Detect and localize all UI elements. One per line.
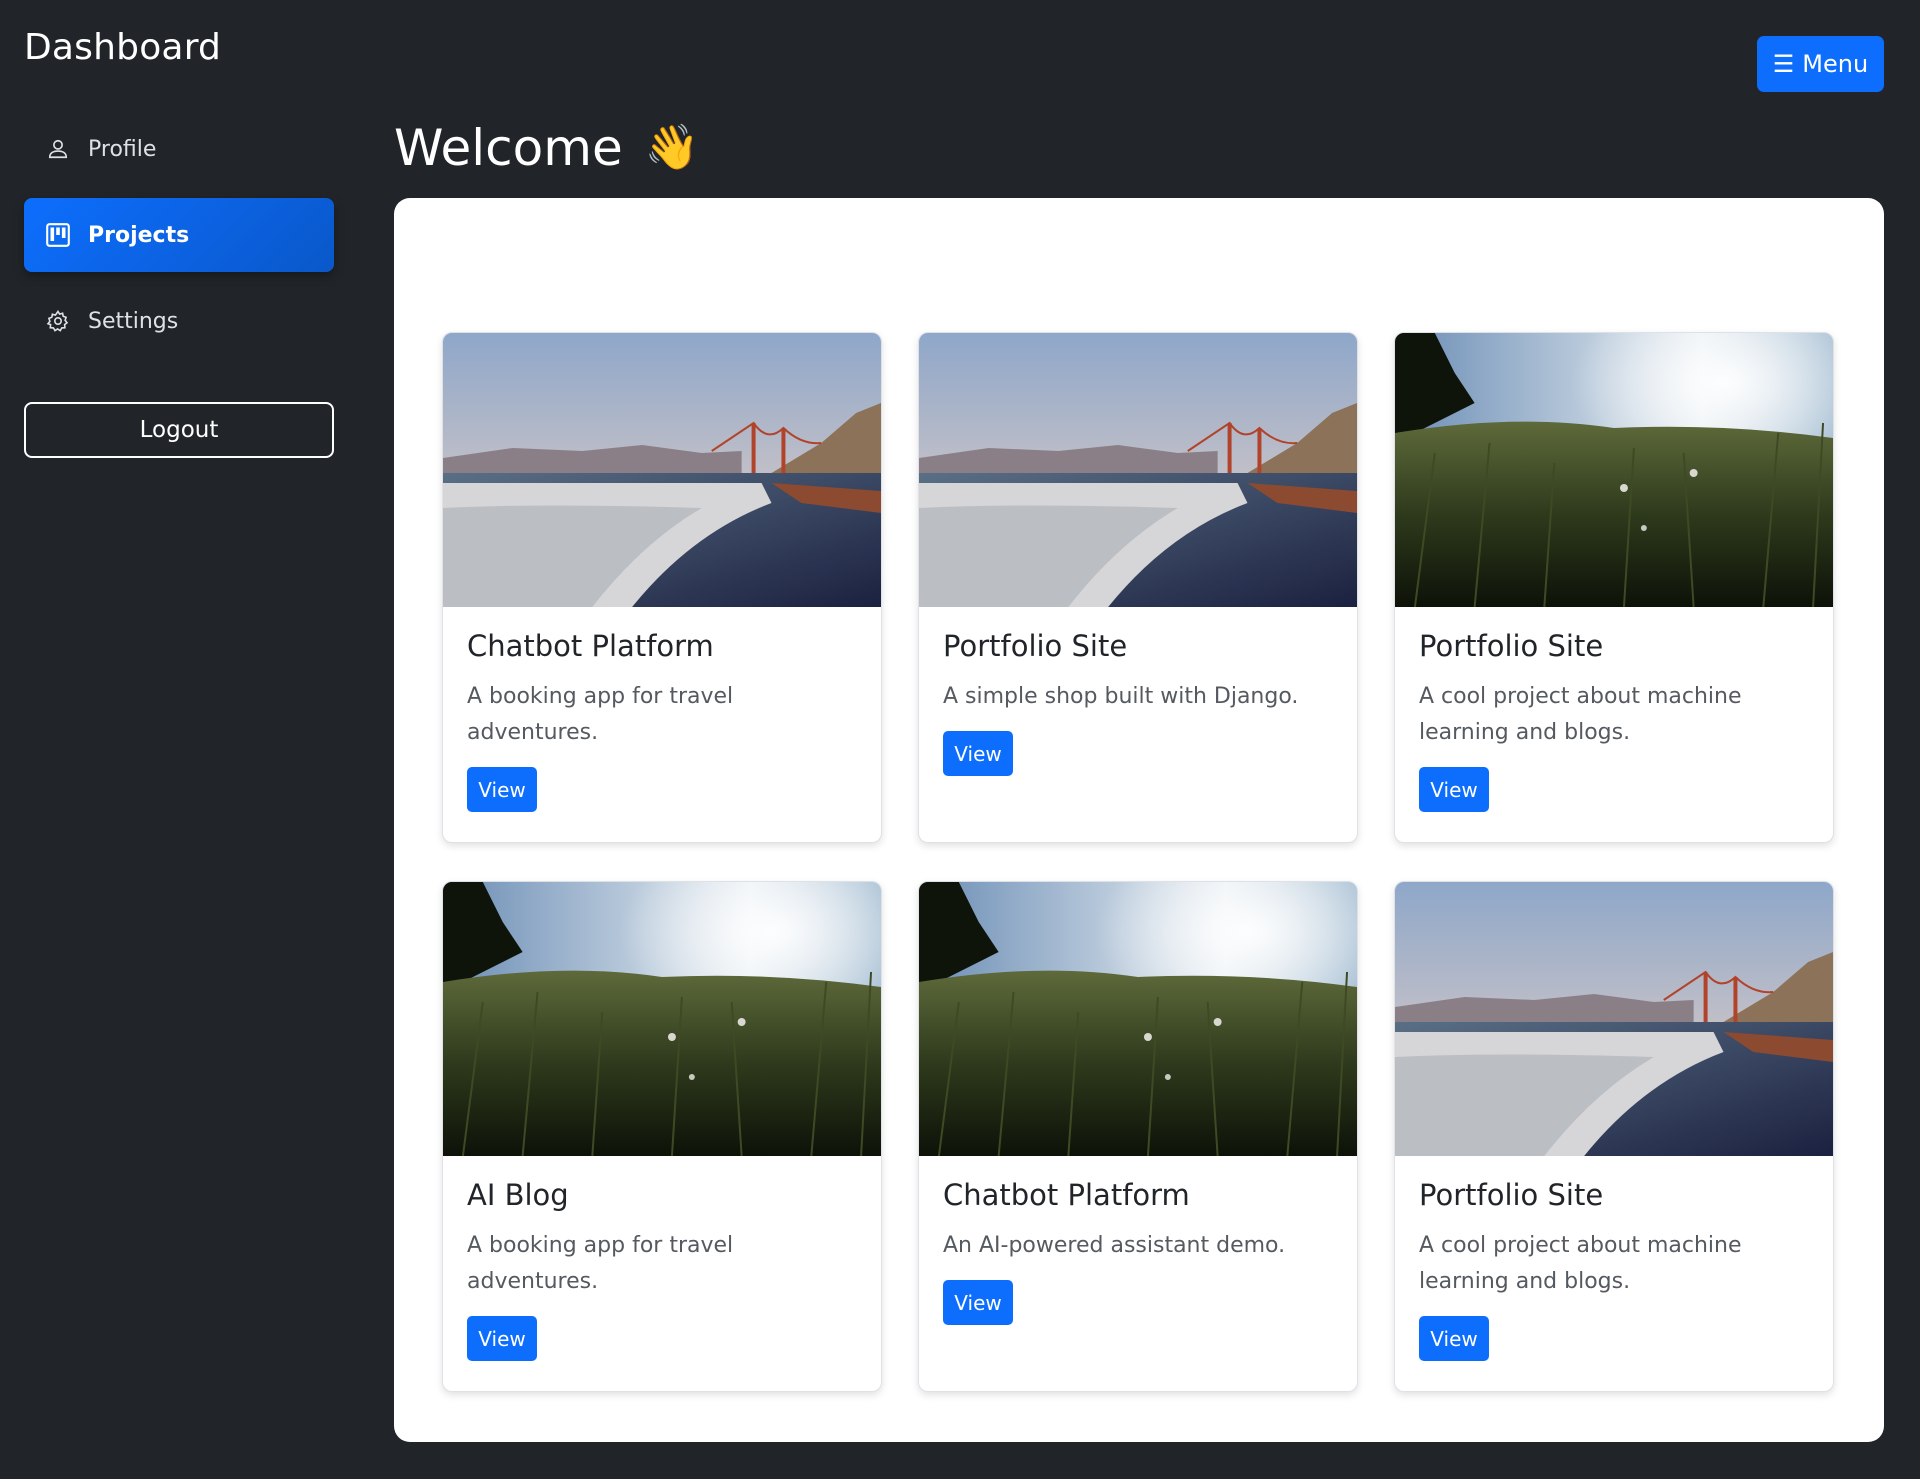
brand-title: Dashboard	[24, 27, 222, 68]
kanban-icon	[46, 223, 70, 247]
grass-field-image	[443, 882, 881, 1156]
beach-bridge-image	[1395, 882, 1833, 1156]
projects-panel: Chatbot Platform A booking app for trave…	[394, 198, 1884, 1442]
card-body: Chatbot Platform An AI-powered assistant…	[919, 1156, 1357, 1347]
welcome-text: Welcome	[394, 119, 623, 177]
menu-label: Menu	[1802, 50, 1869, 78]
project-card: Portfolio Site A cool project about mach…	[1394, 881, 1834, 1392]
grass-field-image	[919, 882, 1357, 1156]
card-body: AI Blog A booking app for travel adventu…	[443, 1156, 881, 1383]
person-icon	[46, 137, 70, 161]
hamburger-icon: ☰	[1772, 50, 1795, 78]
beach-bridge-image	[443, 333, 881, 607]
card-description: An AI-powered assistant demo.	[943, 1233, 1286, 1258]
card-description: A cool project about machine learning an…	[1419, 1233, 1742, 1294]
card-title: Portfolio Site	[1419, 1178, 1604, 1212]
menu-button[interactable]: ☰ Menu	[1757, 36, 1884, 92]
card-description: A simple shop built with Django.	[943, 684, 1299, 709]
card-description: A cool project about machine learning an…	[1419, 684, 1742, 745]
gear-icon	[46, 309, 70, 333]
view-button[interactable]: View	[467, 1316, 537, 1361]
project-card: Chatbot Platform A booking app for trave…	[442, 332, 882, 843]
view-button[interactable]: View	[943, 1280, 1013, 1325]
sidebar-item-profile[interactable]: Profile	[24, 112, 334, 186]
sidebar-item-label: Projects	[88, 222, 190, 248]
page-title: Welcome 👋	[394, 112, 700, 184]
card-title: AI Blog	[467, 1178, 569, 1212]
project-grid: Chatbot Platform A booking app for trave…	[442, 332, 1834, 1392]
logout-button[interactable]: Logout	[24, 402, 334, 458]
sidebar-item-label: Profile	[88, 136, 157, 162]
sidebar-item-label: Settings	[88, 308, 179, 334]
sidebar-item-settings[interactable]: Settings	[24, 284, 334, 358]
card-title: Portfolio Site	[943, 629, 1128, 663]
project-card: Portfolio Site A cool project about mach…	[1394, 332, 1834, 843]
view-button[interactable]: View	[467, 767, 537, 812]
card-body: Chatbot Platform A booking app for trave…	[443, 607, 881, 834]
card-body: Portfolio Site A cool project about mach…	[1395, 1156, 1833, 1383]
grass-field-image	[1395, 333, 1833, 607]
beach-bridge-image	[919, 333, 1357, 607]
project-card: Portfolio Site A simple shop built with …	[918, 332, 1358, 843]
sidebar: Dashboard Profile Projects Settings Logo…	[24, 24, 334, 458]
wave-icon: 👋	[644, 122, 700, 173]
card-body: Portfolio Site A simple shop built with …	[919, 607, 1357, 798]
card-description: A booking app for travel adventures.	[467, 684, 734, 745]
sidebar-item-projects[interactable]: Projects	[24, 198, 334, 272]
project-card: AI Blog A booking app for travel adventu…	[442, 881, 882, 1392]
card-title: Chatbot Platform	[943, 1178, 1190, 1212]
view-button[interactable]: View	[1419, 1316, 1489, 1361]
view-button[interactable]: View	[1419, 767, 1489, 812]
view-button[interactable]: View	[943, 731, 1013, 776]
project-card: Chatbot Platform An AI-powered assistant…	[918, 881, 1358, 1392]
card-description: A booking app for travel adventures.	[467, 1233, 734, 1294]
card-title: Chatbot Platform	[467, 629, 714, 663]
card-title: Portfolio Site	[1419, 629, 1604, 663]
card-body: Portfolio Site A cool project about mach…	[1395, 607, 1833, 834]
